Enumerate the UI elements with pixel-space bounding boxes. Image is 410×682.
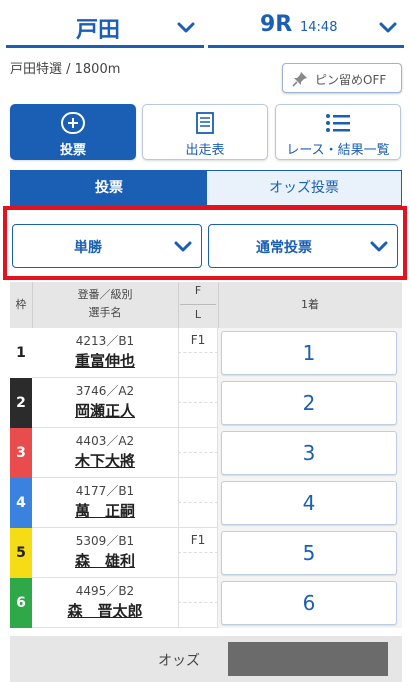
tab-odds-vote[interactable]: オッズ投票 bbox=[207, 171, 401, 205]
document-icon bbox=[196, 112, 214, 134]
registration-class: 5309／B1 bbox=[75, 534, 135, 548]
header-divider bbox=[32, 282, 33, 328]
registration-class: 4177／B1 bbox=[75, 484, 135, 498]
racer-name-link[interactable]: 森 晋太郎 bbox=[32, 600, 178, 621]
chevron-down-icon bbox=[379, 22, 397, 33]
entry-table-button[interactable]: 出走表 bbox=[142, 104, 268, 160]
first-place-pick-button[interactable]: 5 bbox=[221, 531, 397, 575]
first-place-pick-button[interactable]: 2 bbox=[221, 381, 397, 425]
first-place-pick-button[interactable]: 6 bbox=[221, 581, 397, 625]
l-count bbox=[178, 553, 218, 578]
list-icon bbox=[326, 114, 350, 132]
frame-number: 5 bbox=[10, 528, 32, 578]
frame-number: 3 bbox=[10, 428, 32, 478]
f-count bbox=[178, 428, 218, 453]
first-place-pick-button[interactable]: 3 bbox=[221, 431, 397, 475]
table-row: 3 4403／A2 木下大將 3 bbox=[10, 428, 402, 478]
registration-class: 4495／B2 bbox=[75, 584, 135, 598]
venue-name: 戸田 bbox=[76, 18, 121, 43]
f-count bbox=[178, 478, 218, 503]
tab-vote[interactable]: 投票 bbox=[11, 171, 207, 205]
l-count bbox=[178, 503, 218, 528]
header-frame: 枠 bbox=[15, 298, 27, 311]
odds-bar: オッズ bbox=[10, 636, 402, 682]
table-row: 2 3746／A2 岡瀬正人 2 bbox=[10, 378, 402, 428]
l-count bbox=[178, 453, 218, 478]
race-time: 14:48 bbox=[300, 20, 338, 35]
vote-tabs: 投票 オッズ投票 bbox=[10, 170, 402, 206]
header-fl-divider bbox=[180, 304, 216, 305]
racer-name-link[interactable]: 岡瀬正人 bbox=[32, 400, 178, 421]
f-count: F1 bbox=[178, 328, 218, 353]
table-row: 4 4177／B1 萬 正嗣 4 bbox=[10, 478, 402, 528]
registration-class: 3746／A2 bbox=[75, 384, 135, 398]
chevron-down-icon bbox=[370, 241, 388, 252]
bet-type-dropdown[interactable]: 単勝 bbox=[12, 224, 202, 268]
f-count bbox=[178, 578, 218, 603]
l-count bbox=[178, 603, 218, 628]
header-divider bbox=[218, 282, 219, 328]
first-place-pick-button[interactable]: 4 bbox=[221, 481, 397, 525]
vote-method-dropdown[interactable]: 通常投票 bbox=[208, 224, 398, 268]
racer-name-link[interactable]: 木下大將 bbox=[32, 450, 178, 471]
header-divider bbox=[178, 282, 179, 328]
header-reg-line1: 登番／級別 bbox=[77, 288, 133, 301]
vote-method-value: 通常投票 bbox=[256, 240, 312, 256]
vote-nav-label: 投票 bbox=[59, 143, 86, 158]
registration-class: 4213／B1 bbox=[75, 334, 135, 348]
chevron-down-icon bbox=[174, 241, 192, 252]
race-info: 戸田特選 / 1800m bbox=[10, 62, 121, 77]
f-count bbox=[178, 378, 218, 403]
f-count: F1 bbox=[178, 528, 218, 553]
registration-class: 4403／A2 bbox=[75, 434, 135, 448]
race-selector[interactable]: 9R 14:48 bbox=[208, 8, 404, 48]
venue-selector[interactable]: 戸田 bbox=[6, 8, 204, 48]
pin-icon bbox=[292, 72, 307, 87]
racer-name-link[interactable]: 重富伸也 bbox=[32, 350, 178, 371]
frame-number: 6 bbox=[10, 578, 32, 628]
header-registration: 登番／級別 選手名 bbox=[32, 286, 178, 322]
vote-nav-button[interactable]: 投票 bbox=[10, 104, 136, 160]
header-reg-line2: 選手名 bbox=[88, 306, 122, 319]
table-header: 枠 登番／級別 選手名 F L 1着 bbox=[10, 282, 402, 328]
header-first-place: 1着 bbox=[301, 298, 319, 311]
frame-number: 2 bbox=[10, 378, 32, 428]
pin-label: ピン留めOFF bbox=[315, 73, 387, 87]
chevron-down-icon bbox=[177, 22, 195, 33]
race-number: 9R bbox=[260, 12, 293, 37]
frame-number: 1 bbox=[10, 328, 32, 378]
top-bar: 戸田 9R 14:48 bbox=[0, 0, 410, 50]
table-row: 5 5309／B1 森 雄利 F1 5 bbox=[10, 528, 402, 578]
l-count bbox=[178, 403, 218, 428]
odds-value-box bbox=[228, 642, 388, 676]
odds-label: オッズ bbox=[158, 653, 200, 669]
racer-name-link[interactable]: 萬 正嗣 bbox=[32, 500, 178, 521]
table-row: 1 4213／B1 重富伸也 F1 1 bbox=[10, 328, 402, 378]
table-row: 6 4495／B2 森 晋太郎 6 bbox=[10, 578, 402, 628]
racer-name-link[interactable]: 森 雄利 bbox=[32, 550, 178, 571]
race-results-button[interactable]: レース・結果一覧 bbox=[275, 104, 401, 160]
first-place-pick-button[interactable]: 1 bbox=[221, 331, 397, 375]
header-l: L bbox=[194, 308, 202, 321]
entry-table-label: 出走表 bbox=[185, 143, 225, 158]
race-results-label: レース・結果一覧 bbox=[286, 143, 390, 158]
l-count bbox=[178, 353, 218, 378]
header-f: F bbox=[194, 284, 202, 297]
plus-icon bbox=[61, 112, 85, 134]
frame-number: 4 bbox=[10, 478, 32, 528]
bet-type-value: 単勝 bbox=[74, 240, 102, 256]
pin-toggle-button[interactable]: ピン留めOFF bbox=[282, 63, 402, 93]
